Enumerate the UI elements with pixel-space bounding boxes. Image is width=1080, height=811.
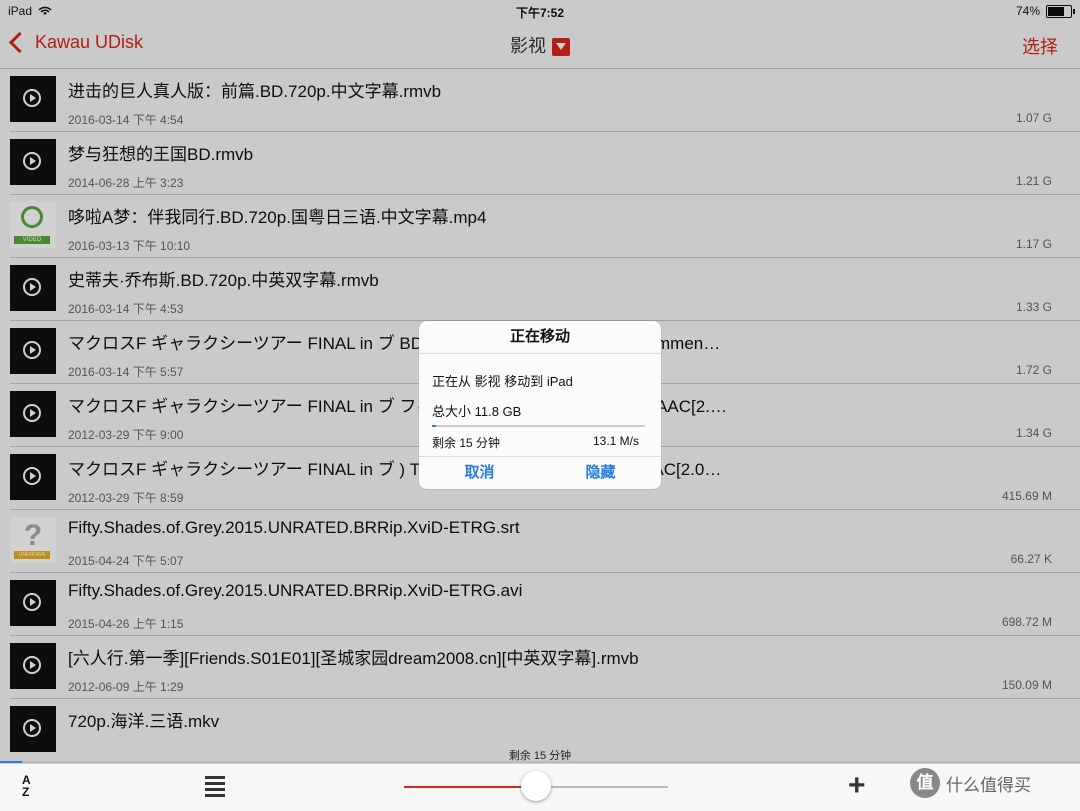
watermark: 值 什么值得买 — [910, 768, 1031, 798]
bottom-toolbar: A Z + 值 什么值得买 — [0, 763, 1080, 811]
file-size: 415.69 M — [1001, 489, 1052, 503]
battery-percent: 74% — [1015, 4, 1040, 18]
play-icon — [23, 467, 41, 485]
file-name: [六人行.第一季][Friends.S01E01][圣城家园dream2008.… — [68, 649, 639, 668]
transfer-speed: 13.1 M/s — [592, 434, 639, 448]
file-row[interactable]: 进击的巨人真人版：前篇.BD.720p.中文字幕.rmvb 2016-03-14 … — [10, 69, 1080, 132]
folder-title[interactable]: 影视 — [0, 32, 1080, 58]
play-icon — [23, 341, 41, 359]
file-row[interactable]: 史蒂夫·乔布斯.BD.720p.中英双字幕.rmvb 2016-03-14 下午 … — [10, 258, 1080, 321]
file-name: Fifty.Shades.of.Grey.2015.UNRATED.BRRip.… — [68, 518, 520, 537]
file-date: 2015-04-24 下午 5:07 — [68, 554, 184, 568]
play-icon — [23, 656, 41, 674]
file-row[interactable]: VIDEO 哆啦A梦：伴我同行.BD.720p.国粤日三语.中文字幕.mp4 201… — [10, 195, 1080, 258]
battery-icon — [1046, 4, 1075, 18]
video-badge-label: VIDEO — [14, 236, 50, 244]
file-date: 2015-04-26 上午 1:15 — [68, 617, 184, 631]
play-icon — [23, 719, 41, 737]
video-thumbnail — [10, 139, 56, 185]
total-size: 总大小 11.8 GB — [432, 404, 522, 419]
move-description: 正在从 影视 移动到 iPad — [432, 374, 573, 389]
list-view-icon[interactable] — [205, 776, 225, 797]
remaining-time: 剩余 15 分钟 — [432, 436, 501, 450]
video-thumbnail — [10, 643, 56, 689]
play-icon — [23, 593, 41, 611]
nav-bar: Kawau UDisk 影视 选择 — [0, 22, 1080, 69]
file-name: 哆啦A梦：伴我同行.BD.720p.国粤日三语.中文字幕.mp4 — [68, 208, 487, 227]
status-time: 下午7:52 — [515, 6, 565, 20]
file-name: 720p.海洋.三语.mkv — [68, 712, 220, 731]
hide-button[interactable]: 隐藏 — [540, 457, 661, 489]
file-date: 2014-06-28 上午 3:23 — [68, 176, 184, 190]
file-row[interactable]: Fifty.Shades.of.Grey.2015.UNRATED.BRRip.… — [10, 573, 1080, 636]
status-bar: iPad 下午7:52 74% — [0, 0, 1080, 22]
unknown-glyph: ? — [23, 519, 43, 552]
file-size: 1.34 G — [1015, 426, 1052, 440]
video-thumbnail — [10, 76, 56, 122]
move-progress-fill — [432, 425, 437, 427]
slider-knob[interactable] — [521, 771, 551, 801]
file-date: 2016-03-14 下午 4:54 — [68, 113, 184, 127]
file-date: 2012-03-29 下午 9:00 — [68, 428, 184, 442]
unknown-badge-label: UNKNOWN — [14, 551, 50, 559]
status-right: 74% — [1015, 4, 1075, 18]
move-progress-bar — [432, 425, 645, 427]
file-row[interactable]: 梦与狂想的王国BD.rmvb 2014-06-28 上午 3:23 1.21 G — [10, 132, 1080, 195]
file-name: 进击的巨人真人版：前篇.BD.720p.中文字幕.rmvb — [68, 82, 442, 101]
folder-title-label: 影视 — [510, 36, 546, 56]
video-thumbnail — [10, 391, 56, 437]
file-row[interactable]: [六人行.第一季][Friends.S01E01][圣城家园dream2008.… — [10, 636, 1080, 699]
file-size: 1.07 G — [1015, 111, 1052, 125]
dialog-title: 正在移动 — [419, 321, 661, 354]
file-date: 2012-03-29 下午 8:59 — [68, 491, 184, 505]
file-name: 梦与狂想的王国BD.rmvb — [68, 145, 254, 164]
chevron-down-icon[interactable] — [552, 38, 570, 57]
file-size: 698.72 M — [1001, 615, 1052, 629]
file-date: 2016-03-14 下午 4:53 — [68, 302, 184, 316]
select-button[interactable]: 选择 — [1022, 33, 1058, 59]
play-icon — [23, 152, 41, 170]
file-size: 150.09 M — [1001, 678, 1052, 692]
file-date: 2016-03-14 下午 5:57 — [68, 365, 184, 379]
video-thumbnail — [10, 454, 56, 500]
file-date: 2016-03-13 下午 10:10 — [68, 239, 191, 253]
unknown-file-icon: ? UNKNOWN — [10, 517, 56, 563]
move-progress-dialog: 正在移动 正在从 影视 移动到 iPad 总大小 11.8 GB 剩余 15 分… — [419, 321, 661, 489]
play-icon — [23, 404, 41, 422]
file-row[interactable]: ? UNKNOWN Fifty.Shades.of.Grey.2015.UNRATE… — [10, 510, 1080, 573]
thumbnail-size-slider[interactable] — [404, 771, 668, 801]
video-thumbnail — [10, 706, 56, 752]
sort-label-z: Z — [22, 785, 30, 799]
play-icon — [23, 89, 41, 107]
video-thumbnail — [10, 265, 56, 311]
file-name: 史蒂夫·乔布斯.BD.720p.中英双字幕.rmvb — [68, 271, 379, 290]
add-icon[interactable]: + — [848, 771, 866, 801]
video-thumbnail — [10, 580, 56, 626]
file-size: 1.33 G — [1015, 300, 1052, 314]
file-date: 2012-06-09 上午 1:29 — [68, 680, 184, 694]
slider-fill — [404, 786, 536, 788]
watermark-logo: 值 — [910, 768, 940, 798]
dialog-buttons: 取消 隐藏 — [419, 456, 661, 489]
sort-az-icon[interactable]: A Z — [22, 774, 31, 798]
video-thumbnail — [10, 328, 56, 374]
file-size: 1.21 G — [1015, 174, 1052, 188]
file-size: 1.72 G — [1015, 363, 1052, 377]
play-icon — [23, 278, 41, 296]
cancel-button[interactable]: 取消 — [419, 457, 540, 489]
file-name: Fifty.Shades.of.Grey.2015.UNRATED.BRRip.… — [68, 581, 523, 600]
video-file-icon: VIDEO — [10, 202, 56, 248]
file-size: 66.27 K — [1010, 552, 1052, 566]
watermark-text: 什么值得买 — [946, 775, 1031, 795]
file-size: 1.17 G — [1015, 237, 1052, 251]
